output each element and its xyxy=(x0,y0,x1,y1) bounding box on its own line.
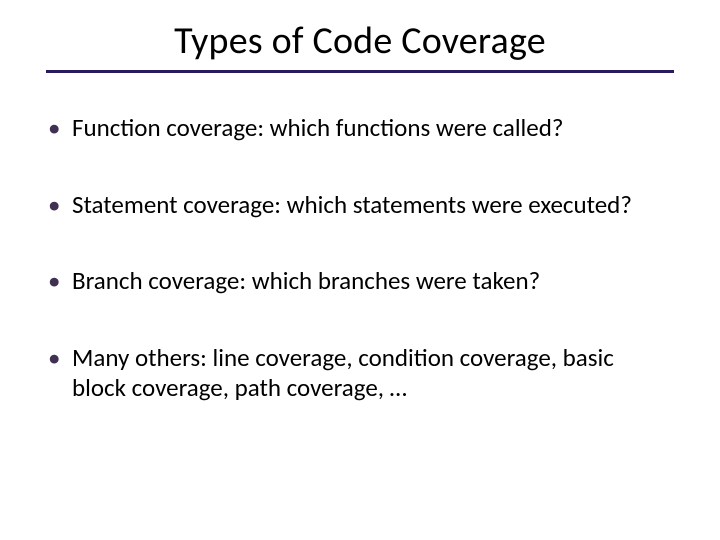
slide-title: Types of Code Coverage xyxy=(40,18,680,64)
bullet-list: Function coverage: which functions were … xyxy=(40,113,680,404)
list-item: Branch coverage: which branches were tak… xyxy=(42,266,670,297)
slide: Types of Code Coverage Function coverage… xyxy=(0,0,720,540)
title-underline xyxy=(46,70,674,73)
list-item: Statement coverage: which statements wer… xyxy=(42,190,670,221)
list-item: Function coverage: which functions were … xyxy=(42,113,670,144)
list-item: Many others: line coverage, condition co… xyxy=(42,343,670,404)
